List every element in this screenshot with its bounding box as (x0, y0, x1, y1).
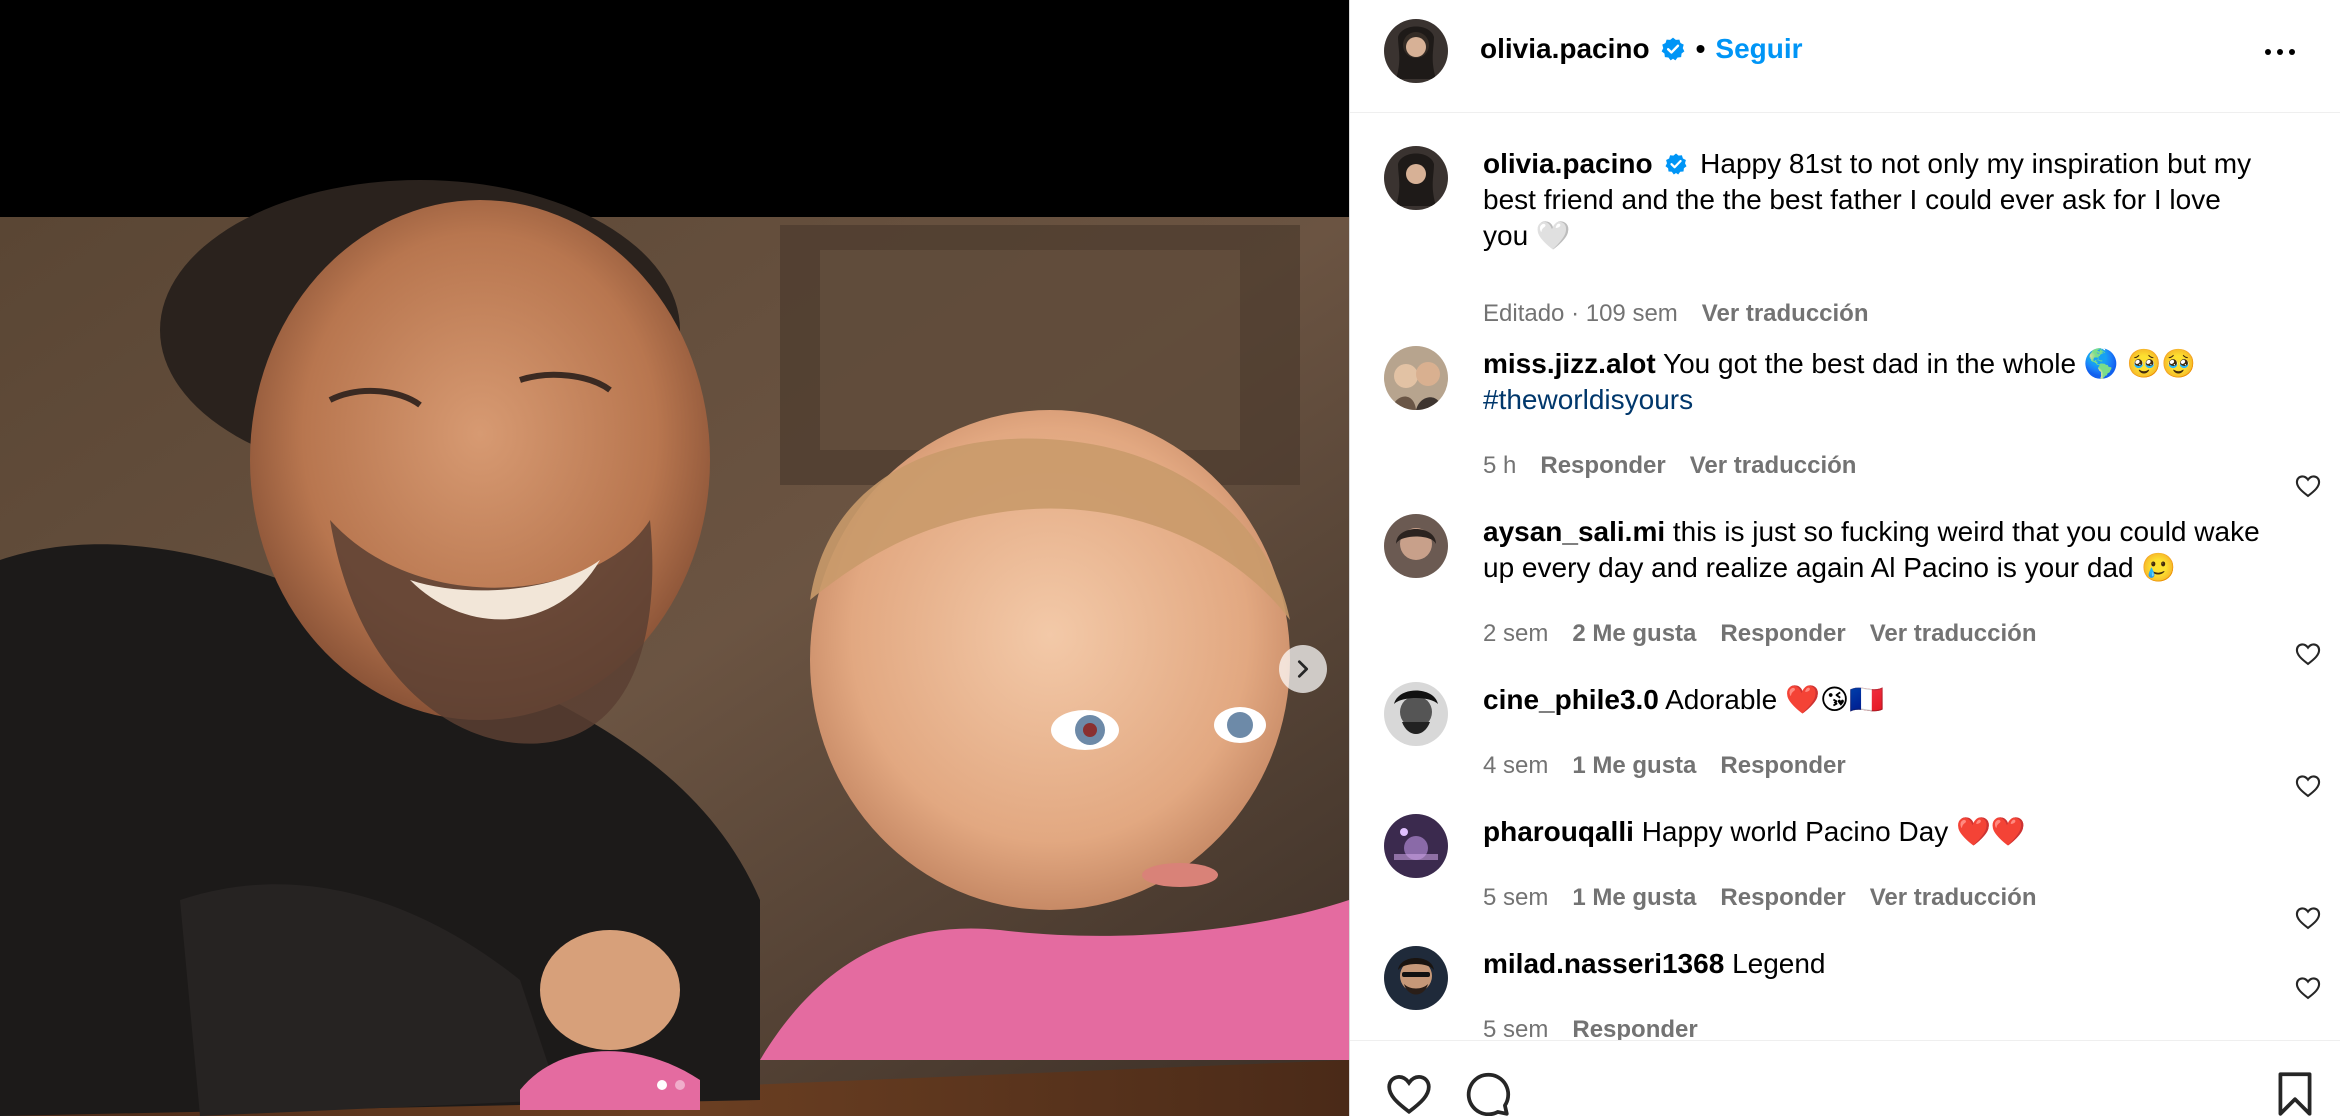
likes-count[interactable]: 2 Me gusta (1572, 620, 1696, 648)
bookmark-icon[interactable] (2270, 1069, 2320, 1116)
likes-count[interactable]: 1 Me gusta (1572, 752, 1696, 780)
comment-icon[interactable] (1462, 1069, 1512, 1116)
comment-text: pharouqalli Happy world Pacino Day ❤️❤️ (1483, 814, 2273, 850)
comment-username[interactable]: milad.nasseri1368 (1483, 948, 1724, 979)
comment-body: Adorable ❤️😘🇫🇷 (1665, 684, 1884, 715)
post-media[interactable] (0, 0, 1349, 1116)
comment-text: cine_phile3.0 Adorable ❤️😘🇫🇷 (1483, 682, 2273, 718)
verified-badge-icon (1665, 153, 1687, 175)
hashtag-link[interactable]: #theworldisyours (1483, 384, 1693, 415)
comment-username[interactable]: pharouqalli (1483, 816, 1634, 847)
comment-body: Happy world Pacino Day ❤️❤️ (1641, 816, 2026, 847)
comment-meta: 5 h Responder Ver traducción (1483, 452, 1856, 480)
comment-time: 5 sem (1483, 1016, 1549, 1040)
comment-meta: 4 sem 1 Me gusta Responder (1483, 752, 1846, 780)
comment-username[interactable]: cine_phile3.0 (1483, 684, 1659, 715)
chevron-right-icon (1297, 660, 1309, 678)
translate-link[interactable]: Ver traducción (1690, 452, 1857, 480)
carousel-indicator (657, 1080, 685, 1090)
verified-badge-icon (1661, 37, 1684, 61)
heart-icon[interactable] (2294, 904, 2322, 932)
avatar[interactable] (1384, 346, 1448, 410)
reply-button[interactable]: Responder (1540, 452, 1665, 480)
next-slide-button[interactable] (1279, 645, 1327, 693)
comment-username[interactable]: aysan_sali.mi (1483, 516, 1665, 547)
reply-button[interactable]: Responder (1720, 884, 1845, 912)
caption-meta: Editado · 109 sem Ver traducción (1483, 300, 1869, 328)
comment-meta: 5 sem Responder (1483, 1016, 1698, 1040)
comment-text: aysan_sali.mi this is just so fucking we… (1483, 514, 2273, 586)
comments-list[interactable]: olivia.pacino Happy 81st to not only my … (1350, 114, 2340, 1040)
comment-username[interactable]: miss.jizz.alot (1483, 348, 1656, 379)
reply-button[interactable]: Responder (1720, 620, 1845, 648)
avatar[interactable] (1384, 814, 1448, 878)
reply-button[interactable]: Responder (1720, 752, 1845, 780)
translate-link[interactable]: Ver traducción (1870, 884, 2037, 912)
heart-icon[interactable] (2294, 640, 2322, 668)
comment-time: 5 h (1483, 452, 1517, 479)
follow-button[interactable]: Seguir (1715, 33, 1802, 65)
avatar[interactable] (1384, 146, 1448, 210)
avatar[interactable] (1384, 946, 1448, 1010)
comment-time: 2 sem (1483, 620, 1549, 647)
caption-username[interactable]: olivia.pacino (1483, 148, 1653, 179)
carousel-dot (675, 1080, 685, 1090)
heart-icon[interactable] (2294, 974, 2322, 1002)
avatar[interactable] (1384, 19, 1448, 83)
likes-count[interactable]: 1 Me gusta (1572, 884, 1696, 912)
heart-icon[interactable] (2294, 772, 2322, 800)
carousel-dot-active (657, 1080, 667, 1090)
comment-meta: 5 sem 1 Me gusta Responder Ver traducció… (1483, 884, 2036, 912)
comment-body: You got the best dad in the whole 🌎 🥹🥹 (1663, 348, 2197, 379)
post-author-username[interactable]: olivia.pacino (1480, 33, 1650, 65)
caption-text: olivia.pacino Happy 81st to not only my … (1483, 146, 2273, 254)
comment-time: 5 sem (1483, 884, 1549, 911)
comment-body: Legend (1732, 948, 1826, 979)
comment-meta: 2 sem 2 Me gusta Responder Ver traducció… (1483, 620, 2036, 648)
translate-link[interactable]: Ver traducción (1870, 620, 2037, 648)
comment-text: milad.nasseri1368 Legend (1483, 946, 2273, 982)
reply-button[interactable]: Responder (1572, 1016, 1697, 1040)
post-side-panel: olivia.pacino • Seguir olivia.pacino Hap… (1349, 0, 2340, 1116)
more-options-icon[interactable] (2255, 32, 2305, 72)
heart-icon[interactable] (2294, 472, 2322, 500)
avatar[interactable] (1384, 682, 1448, 746)
separator-dot: • (1695, 33, 1706, 64)
edited-timestamp: Editado · 109 sem (1483, 300, 1678, 327)
comment-time: 4 sem (1483, 752, 1549, 779)
translate-link[interactable]: Ver traducción (1702, 300, 1869, 328)
post-photo (0, 0, 1349, 1116)
post-action-bar (1350, 1040, 2340, 1116)
avatar[interactable] (1384, 514, 1448, 578)
post-header: olivia.pacino • Seguir (1350, 0, 2340, 113)
heart-icon[interactable] (1384, 1069, 1434, 1116)
comment-text: miss.jizz.alot You got the best dad in t… (1483, 346, 2273, 418)
